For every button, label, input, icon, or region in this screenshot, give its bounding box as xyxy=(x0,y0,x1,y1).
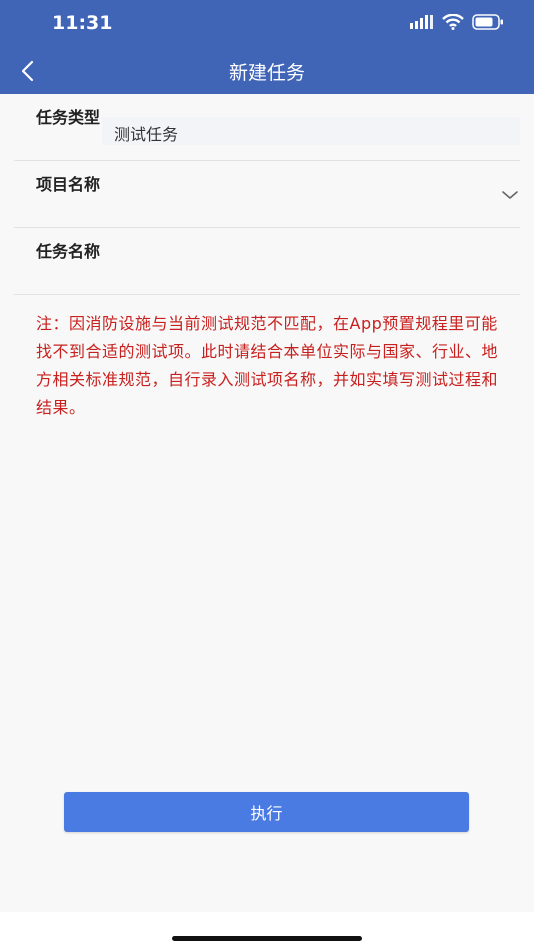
chevron-down-icon[interactable] xyxy=(500,185,520,205)
home-indicator xyxy=(172,936,362,941)
project-name-row[interactable]: 项目名称 xyxy=(14,161,520,228)
task-type-row: 任务类型 测试任务 xyxy=(14,94,520,161)
task-name-label: 任务名称 xyxy=(36,242,101,261)
task-type-label: 任务类型 xyxy=(36,108,101,127)
top-bar: 11:31 新建任务 xyxy=(0,0,534,94)
status-icons xyxy=(410,14,504,30)
task-form: 任务类型 测试任务 项目名称 任务名称 xyxy=(14,94,520,295)
project-name-label: 项目名称 xyxy=(36,175,101,194)
notice-text: 注：因消防设施与当前测试规范不匹配，在App预置规程里可能找不到合适的测试项。此… xyxy=(36,314,499,417)
signal-icon xyxy=(410,15,433,29)
wifi-icon xyxy=(442,14,464,30)
battery-icon xyxy=(472,14,503,30)
status-time: 11:31 xyxy=(52,12,113,34)
task-name-input[interactable] xyxy=(102,254,520,278)
execute-button[interactable]: 执行 xyxy=(64,792,469,832)
page-title: 新建任务 xyxy=(228,62,305,84)
task-type-value: 测试任务 xyxy=(114,125,179,144)
bottom-area xyxy=(0,912,534,950)
task-name-row: 任务名称 xyxy=(14,228,520,295)
